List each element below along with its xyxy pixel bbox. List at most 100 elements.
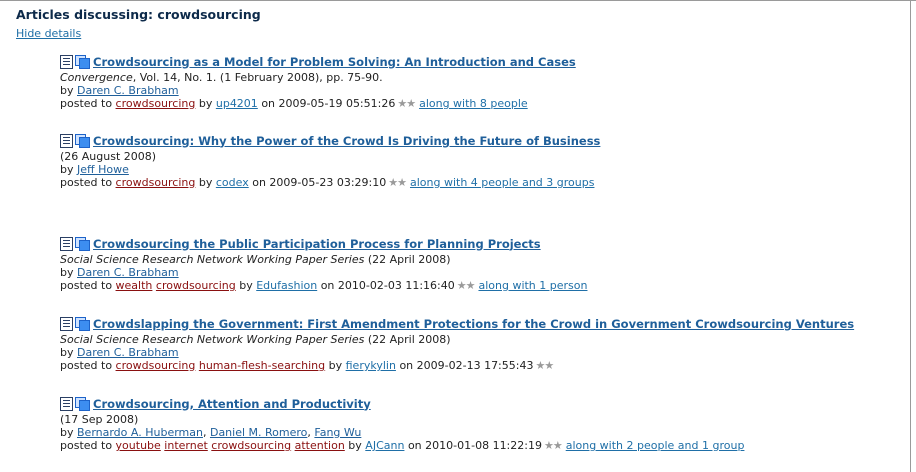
article-entry: Crowdsourcing, Attention and Productivit…	[60, 395, 744, 452]
tag-link[interactable]: crowdsourcing	[116, 97, 196, 110]
tag-link[interactable]: internet	[164, 439, 208, 452]
journal-name: Convergence	[60, 71, 133, 84]
copy-to-library-icon[interactable]	[75, 237, 90, 251]
posted-to-label: posted to	[60, 176, 113, 189]
tag-link[interactable]: crowdsourcing	[156, 279, 236, 292]
tag-link[interactable]: crowdsourcing	[116, 176, 196, 189]
on-label: on	[261, 97, 276, 110]
poster-link[interactable]: Edufashion	[256, 279, 317, 292]
authors-line: by Daren C. Brabham	[60, 346, 854, 359]
post-timestamp: 2009-05-19 05:51:26	[278, 97, 396, 110]
author-link[interactable]: Daren C. Brabham	[77, 346, 179, 359]
by-label: by	[198, 97, 213, 110]
post-timestamp: 2010-02-03 11:16:40	[337, 279, 455, 292]
poster-link[interactable]: up4201	[216, 97, 258, 110]
citation-line: (26 August 2008)	[60, 150, 600, 163]
post-timestamp: 2010-01-08 11:22:19	[425, 439, 542, 452]
citation-line: Social Science Research Network Working …	[60, 333, 854, 346]
window-top-border	[0, 0, 916, 1]
posted-line: posted to crowdsourcing by codex on 2009…	[60, 176, 600, 189]
citation-details: (22 April 2008)	[364, 253, 451, 266]
details-list-icon[interactable]	[60, 55, 73, 69]
details-list-icon[interactable]	[60, 397, 73, 411]
details-list-icon[interactable]	[60, 317, 73, 331]
article-entry: Crowdsourcing: Why the Power of the Crow…	[60, 132, 600, 189]
citation-details: (26 August 2008)	[60, 150, 157, 163]
posted-line: posted to crowdsourcing by up4201 on 200…	[60, 97, 576, 110]
tag-link[interactable]: crowdsourcing	[211, 439, 291, 452]
article-entry: Crowdslapping the Government: First Amen…	[60, 315, 854, 372]
posted-line: posted to wealth crowdsourcing by Edufas…	[60, 279, 587, 292]
rating-stars-icon: ★★	[397, 97, 416, 110]
article-icons	[60, 397, 90, 411]
article-title-link[interactable]: Crowdslapping the Government: First Amen…	[93, 317, 854, 331]
article-title-row: Crowdsourcing: Why the Power of the Crow…	[60, 132, 600, 150]
article-title-link[interactable]: Crowdsourcing: Why the Power of the Crow…	[93, 134, 600, 148]
on-label: on	[407, 439, 422, 452]
copy-to-library-icon[interactable]	[75, 397, 90, 411]
posted-to-label: posted to	[60, 279, 113, 292]
poster-link[interactable]: AJCann	[365, 439, 404, 452]
copy-to-library-icon[interactable]	[75, 55, 90, 69]
author-link[interactable]: Jeff Howe	[77, 163, 129, 176]
details-list-icon[interactable]	[60, 134, 73, 148]
authors-line: by Jeff Howe	[60, 163, 600, 176]
tag-link[interactable]: human-flesh-searching	[199, 359, 325, 372]
rating-stars-icon: ★★	[456, 279, 476, 292]
poster-link[interactable]: codex	[216, 176, 249, 189]
article-title-row: Crowdsourcing, Attention and Productivit…	[60, 395, 744, 413]
rating-stars-icon: ★★	[535, 359, 554, 372]
by-label: by	[60, 346, 74, 359]
author-link[interactable]: Daniel M. Romero	[210, 426, 307, 439]
rating-stars-icon: ★★	[543, 439, 563, 452]
on-label: on	[252, 176, 266, 189]
author-link[interactable]: Daren C. Brabham	[77, 84, 179, 97]
details-list-icon[interactable]	[60, 237, 73, 251]
author-link[interactable]: Fang Wu	[314, 426, 361, 439]
tag-link[interactable]: wealth	[116, 279, 153, 292]
by-label: by	[348, 439, 362, 452]
citation-line: (17 Sep 2008)	[60, 413, 744, 426]
page-title: Articles discussing: crowdsourcing	[16, 7, 261, 22]
by-label: by	[239, 279, 253, 292]
tag-link[interactable]: crowdsourcing	[116, 359, 196, 372]
by-label: by	[60, 163, 74, 176]
citation-details: (17 Sep 2008)	[60, 413, 139, 426]
along-with-link[interactable]: along with 1 person	[478, 279, 587, 292]
article-title-link[interactable]: Crowdsourcing, Attention and Productivit…	[93, 397, 371, 411]
article-icons	[60, 55, 90, 69]
article-title-row: Crowdsourcing the Public Participation P…	[60, 235, 587, 253]
journal-name: Social Science Research Network Working …	[60, 253, 365, 266]
posted-to-label: posted to	[60, 359, 113, 372]
by-label: by	[60, 266, 74, 279]
article-icons	[60, 237, 90, 251]
along-with-link[interactable]: along with 8 people	[419, 97, 528, 110]
on-label: on	[399, 359, 414, 372]
citation-details: , Vol. 14, No. 1. (1 February 2008), pp.…	[132, 71, 383, 84]
along-with-link[interactable]: along with 4 people and 3 groups	[410, 176, 594, 189]
on-label: on	[320, 279, 335, 292]
journal-name: Social Science Research Network Working …	[60, 333, 365, 346]
post-timestamp: 2009-02-13 17:55:43	[416, 359, 534, 372]
article-entry: Crowdsourcing the Public Participation P…	[60, 235, 587, 292]
by-label: by	[60, 426, 74, 439]
rating-stars-icon: ★★	[388, 176, 407, 189]
article-icons	[60, 134, 90, 148]
copy-to-library-icon[interactable]	[75, 317, 90, 331]
copy-to-library-icon[interactable]	[75, 134, 90, 148]
hide-details-link[interactable]: Hide details	[16, 27, 81, 40]
along-with-link[interactable]: along with 2 people and 1 group	[566, 439, 745, 452]
citation-line: Convergence, Vol. 14, No. 1. (1 February…	[60, 71, 576, 84]
article-title-link[interactable]: Crowdsourcing as a Model for Problem Sol…	[93, 55, 576, 69]
authors-line: by Daren C. Brabham	[60, 266, 587, 279]
article-title-link[interactable]: Crowdsourcing the Public Participation P…	[93, 237, 541, 251]
author-link[interactable]: Bernardo A. Huberman	[77, 426, 203, 439]
posted-to-label: posted to	[60, 439, 113, 452]
tag-link[interactable]: youtube	[116, 439, 161, 452]
poster-link[interactable]: fierykylin	[346, 359, 396, 372]
tag-link[interactable]: attention	[295, 439, 345, 452]
author-link[interactable]: Daren C. Brabham	[77, 266, 179, 279]
posted-line: posted to youtube internet crowdsourcing…	[60, 439, 744, 452]
article-entry: Crowdsourcing as a Model for Problem Sol…	[60, 53, 576, 110]
citation-details: (22 April 2008)	[364, 333, 451, 346]
